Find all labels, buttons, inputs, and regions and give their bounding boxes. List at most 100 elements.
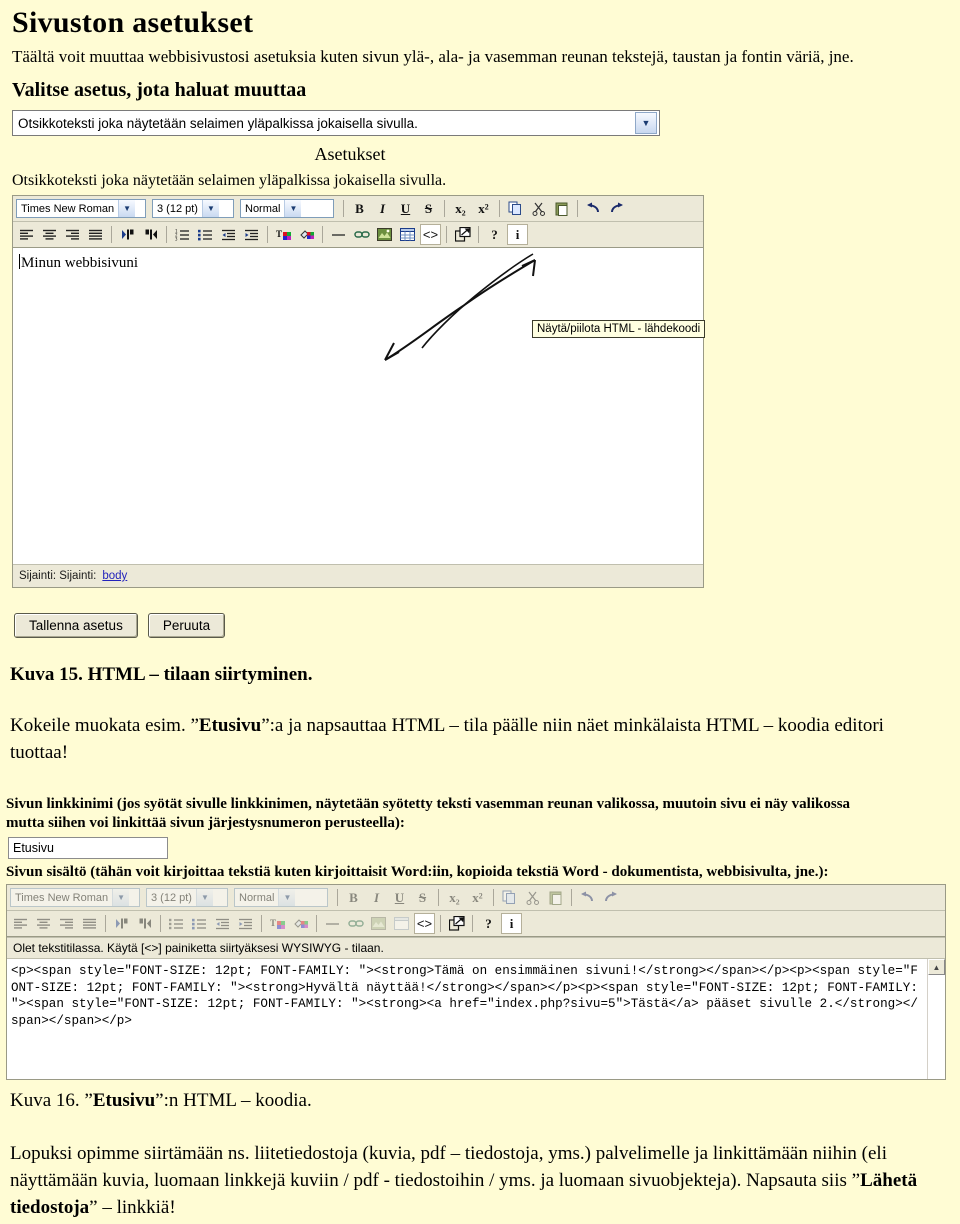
chevron-down-icon[interactable]: ▼ bbox=[118, 200, 136, 217]
superscript-button[interactable]: x² bbox=[473, 198, 494, 219]
background-color-icon[interactable] bbox=[296, 224, 317, 245]
image-icon[interactable] bbox=[368, 913, 389, 934]
figure-2-caption-bold: Etusivu bbox=[92, 1090, 156, 1111]
unordered-list-icon[interactable] bbox=[195, 224, 216, 245]
scroll-up-icon[interactable]: ▲ bbox=[928, 959, 945, 975]
align-justify-icon[interactable] bbox=[79, 913, 100, 934]
editor-toolbar-row-1: Times New Roman ▼ 3 (12 pt) ▼ Normal ▼ B… bbox=[13, 196, 703, 222]
svg-text:T: T bbox=[276, 229, 282, 239]
paste-icon[interactable] bbox=[545, 887, 566, 908]
html-source-textarea[interactable]: <p><span style="FONT-SIZE: 12pt; FONT-FA… bbox=[7, 959, 927, 1079]
align-left-icon[interactable] bbox=[10, 913, 31, 934]
undo-icon[interactable] bbox=[577, 887, 598, 908]
bold-button[interactable]: B bbox=[349, 198, 370, 219]
info-button[interactable]: i bbox=[507, 224, 528, 245]
statusbar-path-link[interactable]: body bbox=[102, 570, 127, 582]
settings-description: Otsikkoteksti joka näytetään selaimen yl… bbox=[12, 172, 447, 189]
linkname-input[interactable]: Etusivu bbox=[8, 837, 168, 859]
cut-icon[interactable] bbox=[522, 887, 543, 908]
toolbar-separator bbox=[493, 889, 494, 906]
toolbar-separator bbox=[577, 200, 578, 217]
underline-button[interactable]: U bbox=[395, 198, 416, 219]
scrollbar-track[interactable] bbox=[928, 975, 945, 1079]
align-right-icon[interactable] bbox=[62, 224, 83, 245]
setting-select[interactable]: Otsikkoteksti joka näytetään selaimen yl… bbox=[12, 110, 660, 136]
cancel-button[interactable]: Peruuta bbox=[147, 613, 226, 638]
undo-icon[interactable] bbox=[583, 198, 604, 219]
toolbar-separator bbox=[478, 226, 479, 243]
table-icon[interactable] bbox=[397, 224, 418, 245]
table-icon[interactable] bbox=[391, 913, 412, 934]
horizontal-rule-icon[interactable] bbox=[322, 913, 343, 934]
popup-editor-icon[interactable] bbox=[446, 913, 467, 934]
paragraph-style-select[interactable]: Normal ▼ bbox=[234, 888, 328, 907]
copy-icon[interactable] bbox=[499, 887, 520, 908]
align-left-icon[interactable] bbox=[16, 224, 37, 245]
chevron-down-icon[interactable]: ▼ bbox=[635, 112, 657, 134]
copy-icon[interactable] bbox=[505, 198, 526, 219]
toolbar-separator bbox=[571, 889, 572, 906]
strikethrough-button[interactable]: S bbox=[412, 887, 433, 908]
indent-icon[interactable] bbox=[235, 913, 256, 934]
subscript-button[interactable]: x₂ bbox=[450, 198, 471, 219]
direction-rtl-icon[interactable] bbox=[140, 224, 161, 245]
ordered-list-icon[interactable]: 123 bbox=[172, 224, 193, 245]
align-center-icon[interactable] bbox=[33, 913, 54, 934]
linkname-label-line-1: Sivun linkkinimi (jos syötät sivulle lin… bbox=[6, 796, 851, 812]
font-size-value: 3 (12 pt) bbox=[157, 202, 198, 215]
content-label: Sivun sisältö (tähän voit kirjoittaa tek… bbox=[6, 864, 829, 880]
outdent-icon[interactable] bbox=[218, 224, 239, 245]
image-icon[interactable] bbox=[374, 224, 395, 245]
background-color-icon[interactable] bbox=[290, 913, 311, 934]
cut-icon[interactable] bbox=[528, 198, 549, 219]
link-icon[interactable] bbox=[345, 913, 366, 934]
bold-button[interactable]: B bbox=[343, 887, 364, 908]
vertical-scrollbar[interactable]: ▲ bbox=[927, 959, 945, 1079]
superscript-button[interactable]: x² bbox=[467, 887, 488, 908]
paste-icon[interactable] bbox=[551, 198, 572, 219]
text-color-icon[interactable]: T bbox=[273, 224, 294, 245]
strikethrough-button[interactable]: S bbox=[418, 198, 439, 219]
direction-ltr-icon[interactable] bbox=[111, 913, 132, 934]
text-color-icon[interactable]: T bbox=[267, 913, 288, 934]
html-source-button[interactable]: <> bbox=[414, 913, 435, 934]
horizontal-rule-icon[interactable] bbox=[328, 224, 349, 245]
font-size-select[interactable]: 3 (12 pt) ▼ bbox=[146, 888, 228, 907]
font-size-select[interactable]: 3 (12 pt) ▼ bbox=[152, 199, 234, 218]
ordered-list-icon[interactable] bbox=[166, 913, 187, 934]
chevron-down-icon[interactable]: ▼ bbox=[201, 200, 219, 217]
indent-icon[interactable] bbox=[241, 224, 262, 245]
italic-button[interactable]: I bbox=[366, 887, 387, 908]
underline-button[interactable]: U bbox=[389, 887, 410, 908]
outdent-icon[interactable] bbox=[212, 913, 233, 934]
font-family-select[interactable]: Times New Roman ▼ bbox=[16, 199, 146, 218]
align-justify-icon[interactable] bbox=[85, 224, 106, 245]
html-source-textarea-wrapper: <p><span style="FONT-SIZE: 12pt; FONT-FA… bbox=[7, 959, 945, 1079]
setting-select-value: Otsikkoteksti joka näytetään selaimen yl… bbox=[18, 115, 418, 131]
popup-editor-icon[interactable] bbox=[452, 224, 473, 245]
info-button[interactable]: i bbox=[501, 913, 522, 934]
direction-ltr-icon[interactable] bbox=[117, 224, 138, 245]
redo-icon[interactable] bbox=[600, 887, 621, 908]
html-source-button[interactable]: <> bbox=[420, 224, 441, 245]
chevron-down-icon[interactable]: ▼ bbox=[112, 889, 130, 906]
align-right-icon[interactable] bbox=[56, 913, 77, 934]
unordered-list-icon[interactable] bbox=[189, 913, 210, 934]
redo-icon[interactable] bbox=[606, 198, 627, 219]
editor-content-area-1[interactable]: Minun webbisivuni Näytä/piilota HTML - l… bbox=[13, 248, 706, 564]
link-icon[interactable] bbox=[351, 224, 372, 245]
save-button[interactable]: Tallenna asetus bbox=[14, 613, 138, 638]
direction-rtl-icon[interactable] bbox=[134, 913, 155, 934]
chevron-down-icon[interactable]: ▼ bbox=[278, 889, 296, 906]
font-family-select[interactable]: Times New Roman ▼ bbox=[10, 888, 140, 907]
toolbar-separator bbox=[446, 226, 447, 243]
chevron-down-icon[interactable]: ▼ bbox=[284, 200, 302, 217]
subscript-button[interactable]: x₂ bbox=[444, 887, 465, 908]
help-button[interactable]: ? bbox=[484, 224, 505, 245]
help-button[interactable]: ? bbox=[478, 913, 499, 934]
paragraph-style-select[interactable]: Normal ▼ bbox=[240, 199, 334, 218]
align-center-icon[interactable] bbox=[39, 224, 60, 245]
chevron-down-icon[interactable]: ▼ bbox=[195, 889, 213, 906]
italic-button[interactable]: I bbox=[372, 198, 393, 219]
figure-1-screenshot: Sivuston asetukset Täältä voit muuttaa w… bbox=[0, 0, 960, 660]
